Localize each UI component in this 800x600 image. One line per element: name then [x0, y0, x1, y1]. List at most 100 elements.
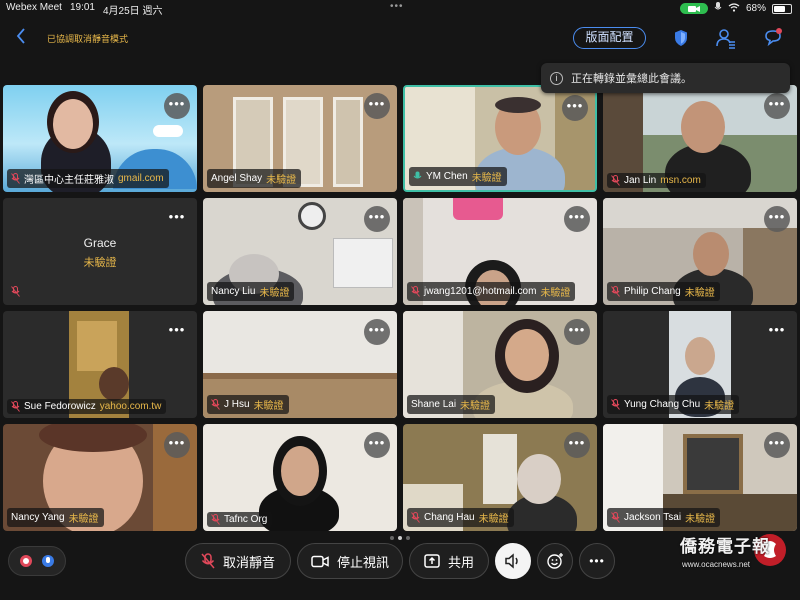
- more-options-icon[interactable]: •••: [764, 93, 790, 119]
- participant-name: Chang Hau: [424, 512, 475, 523]
- participant-label: Sue Fedorowicz yahoo.com.tw: [7, 399, 167, 414]
- battery-percent: 68%: [745, 3, 766, 14]
- share-label: 共用: [447, 554, 474, 570]
- participant-name: Tafnc Org: [224, 514, 268, 525]
- participant-name: Sue Fedorowicz: [24, 401, 96, 412]
- participant-verification: 未驗證: [478, 514, 509, 525]
- participant-verification: 未驗證: [259, 288, 290, 299]
- participant-tile-4[interactable]: ••• Jan Lin msn.com: [603, 85, 797, 192]
- audio-status-pill[interactable]: [8, 546, 66, 576]
- participant-domain: msn.com: [660, 175, 701, 186]
- page-indicator[interactable]: [390, 536, 410, 540]
- ellipsis-icon: •••: [589, 554, 605, 568]
- layout-button[interactable]: 版面配置: [573, 27, 646, 49]
- participant-verification: 未驗證: [68, 514, 99, 525]
- more-options-icon[interactable]: •••: [164, 432, 190, 458]
- participant-label: Yung Chang Chu 未驗證: [607, 395, 740, 414]
- participant-domain: gmail.com: [118, 173, 164, 184]
- info-icon: i: [550, 71, 563, 85]
- status-date: 4月25日 週六: [102, 6, 163, 17]
- more-options-icon[interactable]: •••: [164, 93, 190, 119]
- participant-tile-9[interactable]: ••• Sue Fedorowicz yahoo.com.tw: [3, 311, 197, 418]
- participant-name: Jan Lin: [624, 175, 657, 186]
- participant-label: Philip Chang 未驗證: [607, 282, 720, 301]
- more-options-icon[interactable]: •••: [562, 95, 588, 121]
- participant-tile-3[interactable]: ••• YM Chen 未驗證: [403, 85, 597, 192]
- chat-icon[interactable]: [762, 27, 784, 49]
- stop-video-button[interactable]: 停止視訊: [297, 543, 403, 579]
- participants-icon[interactable]: [714, 27, 736, 49]
- participant-verification: 未驗證: [471, 173, 502, 184]
- participant-label: Angel Shay 未驗證: [207, 169, 302, 188]
- participant-tile-16[interactable]: ••• Jackson Tsai 未驗證: [603, 424, 797, 531]
- more-options-icon[interactable]: •••: [364, 319, 390, 345]
- participant-label: Shane Lai 未驗證: [407, 395, 496, 414]
- participant-tile-8[interactable]: ••• Philip Chang 未驗證: [603, 198, 797, 305]
- share-button[interactable]: 共用: [409, 543, 489, 579]
- more-options-icon[interactable]: •••: [564, 432, 590, 458]
- mute-mode-text: 已協調取消靜音模式: [47, 34, 129, 44]
- multitask-dots-icon[interactable]: •••: [390, 1, 404, 12]
- participant-name: Jackson Tsai: [624, 512, 682, 523]
- participant-label: YM Chen 未驗證: [409, 167, 507, 186]
- status-app-name: Webex Meet: [6, 2, 62, 13]
- participant-tile-15[interactable]: ••• Chang Hau 未驗證: [403, 424, 597, 531]
- participant-label: Nancy Liu 未驗證: [207, 282, 295, 301]
- unmute-button[interactable]: 取消靜音: [185, 543, 291, 579]
- reactions-button[interactable]: [537, 543, 573, 579]
- video-camera-icon: [311, 555, 329, 567]
- participant-name: YM Chen: [426, 171, 468, 182]
- participant-name: Shane Lai: [411, 399, 457, 410]
- participant-tile-1[interactable]: ••• 灣區中心主任莊雅淑 gmail.com: [3, 85, 197, 192]
- mic-muted-icon: [201, 553, 215, 569]
- participant-label: Nancy Yang 未驗證: [7, 508, 104, 527]
- mic-muted-icon: [611, 399, 620, 410]
- participant-tile-7[interactable]: ••• jwang1201@hotmail.com 未驗證: [403, 198, 597, 305]
- participant-tile-10[interactable]: ••• J Hsu 未驗證: [203, 311, 397, 418]
- more-options-icon[interactable]: •••: [764, 432, 790, 458]
- mic-muted-icon: [11, 173, 20, 184]
- wifi-icon: [728, 2, 740, 15]
- participant-name: Angel Shay: [211, 173, 263, 184]
- speaker-button[interactable]: [495, 543, 531, 579]
- more-options-icon[interactable]: •••: [564, 206, 590, 232]
- participant-grid: ••• 灣區中心主任莊雅淑 gmail.com ••• Angel Shay 未…: [3, 85, 797, 531]
- more-options-icon[interactable]: •••: [364, 206, 390, 232]
- participant-label: Jackson Tsai 未驗證: [607, 508, 721, 527]
- participant-domain: yahoo.com.tw: [99, 401, 162, 412]
- mic-muted-icon: [211, 399, 220, 410]
- participant-verification: 未驗證: [685, 514, 716, 525]
- participant-tile-11[interactable]: ••• Shane Lai 未驗證: [403, 311, 597, 418]
- more-options-icon[interactable]: •••: [164, 319, 190, 345]
- participant-verification: 未驗證: [540, 288, 571, 299]
- participant-tile-6[interactable]: ••• Nancy Liu 未驗證: [203, 198, 397, 305]
- mic-muted-icon: [611, 512, 620, 523]
- participant-name-center: Grace: [83, 236, 117, 250]
- participant-label: 灣區中心主任莊雅淑 gmail.com: [7, 169, 169, 188]
- more-options-icon[interactable]: •••: [364, 432, 390, 458]
- mic-muted-icon: [411, 512, 420, 523]
- participant-tile-12[interactable]: ••• Yung Chang Chu 未驗證: [603, 311, 797, 418]
- participant-label: J Hsu 未驗證: [207, 395, 289, 414]
- participant-verification: 未驗證: [704, 401, 735, 412]
- stop-video-label: 停止視訊: [336, 554, 389, 570]
- ocac-news-watermark: 僑務電子報 www.ocacnews.net: [680, 526, 790, 586]
- camera-in-use-icon: [679, 3, 708, 14]
- back-chevron-icon[interactable]: [16, 28, 26, 47]
- participant-tile-14[interactable]: ••• Tafnc Org: [203, 424, 397, 531]
- participant-tile-5[interactable]: ••• Grace 未驗證: [3, 198, 197, 305]
- smiley-plus-icon: [547, 553, 563, 569]
- more-options-icon[interactable]: •••: [764, 206, 790, 232]
- more-options-icon[interactable]: •••: [164, 206, 190, 232]
- security-shield-icon[interactable]: [670, 27, 692, 49]
- participant-name: jwang1201@hotmail.com: [424, 286, 537, 297]
- participant-tile-2[interactable]: ••• Angel Shay 未驗證: [203, 85, 397, 192]
- unmute-label: 取消靜音: [222, 554, 275, 570]
- more-options-icon[interactable]: •••: [764, 319, 790, 345]
- more-options-icon[interactable]: •••: [564, 319, 590, 345]
- transcription-toast: i 正在轉錄並彙總此會議。: [541, 63, 790, 93]
- participant-tile-13[interactable]: ••• Nancy Yang 未驗證: [3, 424, 197, 531]
- watermark-brand: 僑務電子報: [680, 537, 770, 557]
- more-options-icon[interactable]: •••: [364, 93, 390, 119]
- more-controls-button[interactable]: •••: [579, 543, 615, 579]
